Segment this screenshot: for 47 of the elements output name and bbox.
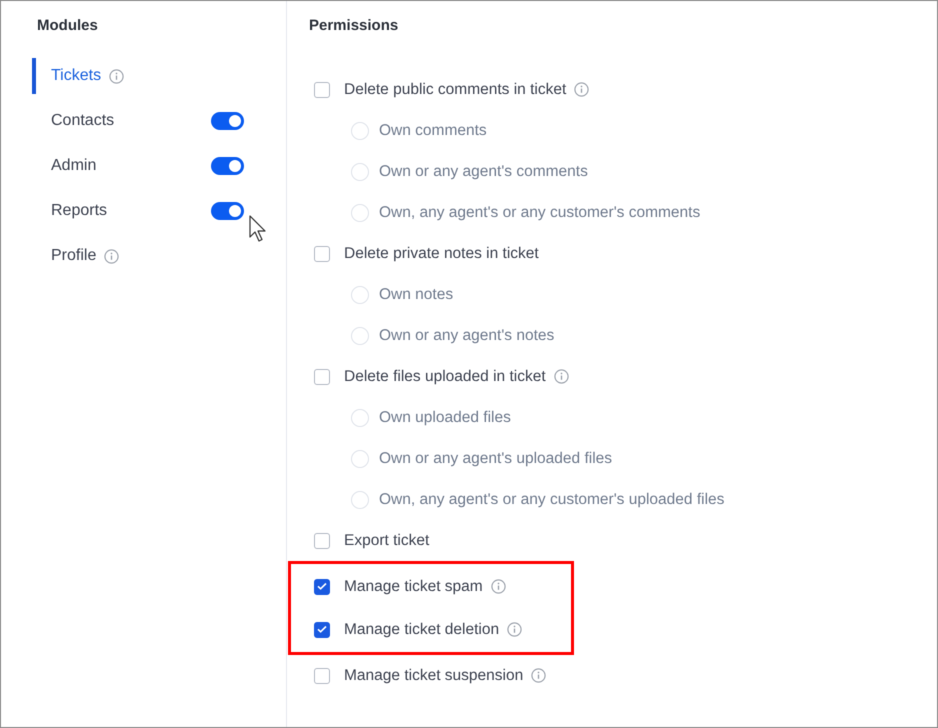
- radio-button[interactable]: [351, 162, 369, 180]
- module-item[interactable]: Profile: [32, 238, 244, 274]
- option-label: Own or any agent's notes: [379, 326, 554, 344]
- info-icon[interactable]: [104, 248, 120, 264]
- checkbox[interactable]: [314, 82, 330, 98]
- checkbox[interactable]: [314, 246, 330, 262]
- radio-button[interactable]: [351, 490, 369, 508]
- checkbox[interactable]: [314, 622, 330, 638]
- option-label: Own notes: [379, 286, 454, 304]
- toggle-switch[interactable]: [211, 202, 244, 220]
- radio-button[interactable]: [351, 122, 369, 140]
- section-heading: Permissions: [309, 17, 400, 36]
- checkbox[interactable]: [314, 578, 330, 594]
- option-label: Own uploaded files: [379, 408, 511, 426]
- info-icon[interactable]: [507, 622, 522, 637]
- option-label: Own comments: [379, 122, 487, 140]
- radio-button[interactable]: [351, 450, 369, 468]
- option-label: Own, any agent's or any customer's uploaded files: [379, 490, 724, 508]
- info-icon[interactable]: [109, 68, 124, 84]
- permission-label: Delete private notes in ticket: [344, 244, 539, 262]
- checkbox[interactable]: [314, 368, 330, 384]
- option-label: Own, any agent's or any customer's comments: [379, 204, 700, 222]
- radio-button[interactable]: [351, 326, 369, 344]
- permission-label: Manage ticket deletion: [344, 620, 500, 638]
- option-label: Own or any agent's comments: [379, 162, 588, 180]
- module-item[interactable]: Tickets: [32, 58, 244, 94]
- module-item[interactable]: Reports: [32, 193, 244, 229]
- checkbox[interactable]: [314, 668, 330, 684]
- permission-label: Manage ticket spam: [344, 578, 483, 596]
- radio-button[interactable]: [351, 408, 369, 426]
- toggle-switch[interactable]: [211, 157, 244, 175]
- info-icon[interactable]: [574, 82, 590, 97]
- radio-button[interactable]: [351, 204, 369, 222]
- radio-button[interactable]: [351, 286, 369, 304]
- info-icon[interactable]: [490, 579, 506, 594]
- option-label: Own or any agent's uploaded files: [379, 450, 612, 468]
- checkbox[interactable]: [314, 532, 330, 548]
- toggle-switch[interactable]: [211, 112, 244, 130]
- permission-label: Export ticket: [344, 532, 430, 550]
- info-icon[interactable]: [554, 369, 569, 384]
- module-item[interactable]: Admin: [32, 148, 244, 184]
- section-heading: Modules: [36, 17, 99, 36]
- permission-label: Manage ticket suspension: [344, 666, 524, 684]
- module-item[interactable]: Contacts: [32, 103, 244, 139]
- permission-label: Delete public comments in ticket: [344, 80, 566, 98]
- permission-label: Delete files uploaded in ticket: [344, 368, 546, 386]
- info-icon[interactable]: [531, 668, 546, 683]
